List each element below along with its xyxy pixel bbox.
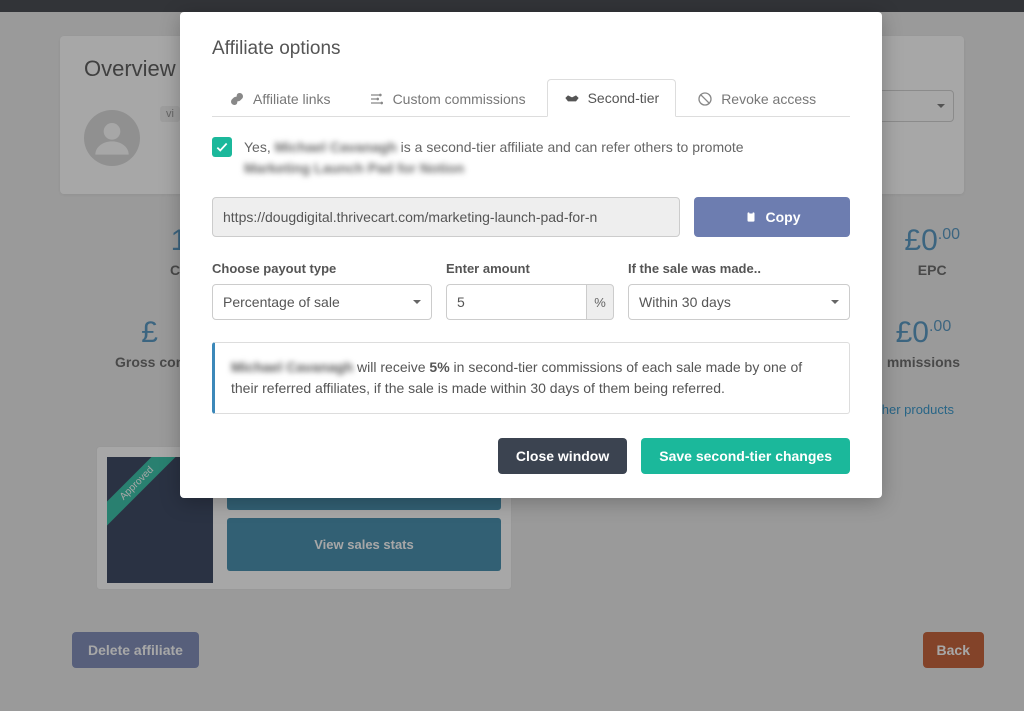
- ban-icon: [697, 91, 713, 107]
- amount-label: Enter amount: [446, 261, 614, 276]
- second-tier-checkbox[interactable]: [212, 137, 232, 157]
- tab-revoke-access[interactable]: Revoke access: [680, 79, 833, 117]
- tab-custom-commissions[interactable]: Custom commissions: [352, 79, 543, 117]
- save-second-tier-button[interactable]: Save second-tier changes: [641, 438, 850, 474]
- referral-url-field[interactable]: https://dougdigital.thrivecart.com/marke…: [212, 197, 680, 237]
- modal-title: Affiliate options: [212, 38, 850, 60]
- tab-affiliate-links[interactable]: Affiliate links: [212, 79, 348, 117]
- amount-unit: %: [586, 284, 614, 320]
- payout-type-select[interactable]: Percentage of sale: [212, 284, 432, 320]
- affiliate-options-modal: Affiliate options Affiliate links Custom…: [180, 12, 882, 498]
- modal-tabs: Affiliate links Custom commissions Secon…: [212, 78, 850, 117]
- sale-window-select[interactable]: Within 30 days: [628, 284, 850, 320]
- payout-type-label: Choose payout type: [212, 261, 432, 276]
- handshake-icon: [564, 90, 580, 106]
- copy-button[interactable]: Copy: [694, 197, 850, 237]
- close-window-button[interactable]: Close window: [498, 438, 627, 474]
- clipboard-icon: [744, 210, 758, 224]
- commission-summary: Michael Cavanagh will receive 5% in seco…: [212, 342, 850, 414]
- link-icon: [229, 91, 245, 107]
- tab-second-tier[interactable]: Second-tier: [547, 79, 677, 117]
- consent-text: Yes, Michael Cavanagh is a second-tier a…: [244, 137, 744, 179]
- check-icon: [215, 140, 229, 154]
- sliders-icon: [369, 91, 385, 107]
- sale-window-label: If the sale was made..: [628, 261, 850, 276]
- amount-input[interactable]: 5: [446, 284, 586, 320]
